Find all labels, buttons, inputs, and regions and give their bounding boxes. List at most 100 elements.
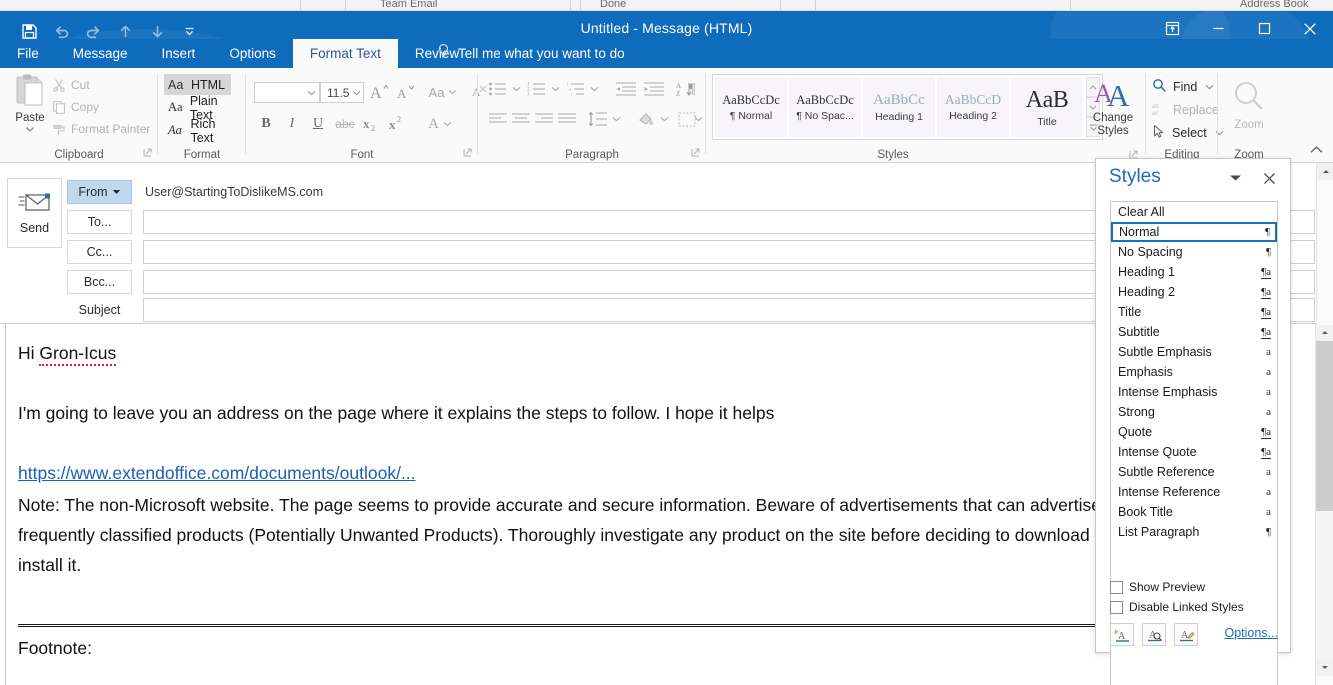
gallery-item-normal[interactable]: AaBbCcDc ¶ Normal: [715, 77, 787, 137]
format-html-option[interactable]: Aa HTML: [164, 74, 232, 95]
styles-list-item-emphasis[interactable]: Emphasis a: [1111, 362, 1277, 382]
styles-list-item-title[interactable]: Title ¶a: [1111, 302, 1277, 322]
bullets-button[interactable]: [486, 78, 510, 100]
line-spacing-dropdown[interactable]: [610, 108, 623, 130]
tab-insert[interactable]: Insert: [145, 39, 213, 68]
grow-font-button[interactable]: A: [368, 80, 392, 104]
body-scroll-up-button[interactable]: [1316, 324, 1333, 341]
styles-list-item-subtle-emphasis[interactable]: Subtle Emphasis a: [1111, 342, 1277, 362]
paste-button[interactable]: Paste: [8, 73, 52, 147]
styles-list-item-subtle-reference[interactable]: Subtle Reference a: [1111, 462, 1277, 482]
multilevel-list-dropdown[interactable]: [588, 78, 601, 100]
bcc-button[interactable]: Bcc...: [67, 270, 132, 294]
styles-list-item-no-spacing[interactable]: No Spacing ¶: [1111, 242, 1277, 262]
show-formatting-marks-button[interactable]: ¶: [681, 78, 703, 100]
format-richtext-option[interactable]: Aa Rich Text: [164, 117, 246, 145]
align-left-button[interactable]: [486, 108, 510, 130]
underline-button[interactable]: U: [306, 112, 330, 136]
numbering-button[interactable]: 123: [525, 78, 549, 100]
replace-label: Replace: [1173, 102, 1219, 117]
multilevel-list-button[interactable]: 1ai: [564, 78, 588, 100]
styles-list-item-quote[interactable]: Quote ¶a: [1111, 422, 1277, 442]
styles-pane-menu-icon[interactable]: [1226, 170, 1244, 186]
align-center-button[interactable]: [509, 108, 533, 130]
superscript-button[interactable]: x2: [386, 112, 410, 136]
body-scroll-down-button[interactable]: [1316, 659, 1333, 676]
numbering-dropdown[interactable]: [549, 78, 562, 100]
format-plaintext-option[interactable]: Aa Plain Text: [164, 94, 246, 122]
cut-button[interactable]: Cut: [52, 75, 90, 95]
cc-button[interactable]: Cc...: [67, 240, 132, 264]
justify-button[interactable]: [555, 108, 579, 130]
show-preview-checkbox-row[interactable]: Show Preview: [1110, 580, 1205, 594]
tab-file[interactable]: File: [0, 39, 56, 68]
styles-pane-close-icon[interactable]: [1258, 167, 1280, 189]
to-button[interactable]: To...: [67, 210, 132, 234]
tab-format-text[interactable]: Format Text: [292, 39, 398, 68]
align-right-button[interactable]: [532, 108, 556, 130]
change-styles-button[interactable]: A A Change Styles: [1082, 76, 1144, 138]
styles-pane-options-link[interactable]: Options...: [1225, 626, 1279, 640]
tab-message[interactable]: Message: [56, 39, 145, 68]
shading-button[interactable]: [634, 108, 658, 130]
select-button[interactable]: Select: [1152, 122, 1224, 143]
change-case-button[interactable]: Aa: [424, 80, 462, 104]
borders-dropdown[interactable]: [692, 108, 705, 130]
send-button[interactable]: Send: [7, 178, 62, 248]
clipboard-dialog-launcher[interactable]: [142, 147, 155, 160]
styles-list-item-intense-reference[interactable]: Intense Reference a: [1111, 482, 1277, 502]
italic-button[interactable]: I: [280, 112, 304, 136]
styles-list-item-heading-2[interactable]: Heading 2 ¶a: [1111, 282, 1277, 302]
tab-options[interactable]: Options: [212, 39, 293, 68]
gallery-item-no-spacing[interactable]: AaBbCcDc ¶ No Spac...: [789, 77, 861, 137]
manage-styles-icon[interactable]: A: [1174, 623, 1198, 646]
styles-list-item-normal[interactable]: Normal ¶: [1111, 222, 1277, 242]
replace-button[interactable]: ab ac Replace: [1152, 99, 1219, 120]
font-dialog-launcher[interactable]: [462, 147, 475, 160]
styles-list-item-intense-quote[interactable]: Intense Quote ¶a: [1111, 442, 1277, 462]
decrease-indent-button[interactable]: [613, 78, 639, 100]
font-size-combo[interactable]: 11.5: [320, 82, 364, 103]
show-preview-checkbox[interactable]: [1110, 580, 1123, 594]
styles-list-clear-all[interactable]: Clear All: [1111, 202, 1277, 222]
body-scroll-thumb[interactable]: [1316, 341, 1333, 511]
gallery-item-heading2[interactable]: AaBbCcD Heading 2: [937, 77, 1009, 137]
format-painter-button[interactable]: Format Painter: [52, 119, 150, 139]
copy-button[interactable]: Copy: [52, 97, 99, 117]
bold-button[interactable]: B: [254, 112, 278, 136]
body-scrollbar[interactable]: [1315, 324, 1333, 685]
strikethrough-button[interactable]: abc: [332, 112, 358, 136]
header-scroll-up-button[interactable]: [1317, 163, 1333, 180]
header-scrollbar[interactable]: [1316, 163, 1333, 325]
font-name-combo[interactable]: [254, 82, 320, 103]
find-button[interactable]: Find: [1152, 76, 1214, 97]
gallery-item-title[interactable]: AaB Title: [1011, 77, 1083, 137]
tell-me-search[interactable]: Tell me what you want to do: [430, 39, 631, 68]
collapse-ribbon-button[interactable]: [1307, 142, 1325, 158]
subscript-button[interactable]: x2: [360, 112, 384, 136]
gallery-item-heading1[interactable]: AaBbCc Heading 1: [863, 77, 935, 137]
disable-linked-styles-checkbox-row[interactable]: Disable Linked Styles: [1110, 600, 1244, 614]
bullets-dropdown[interactable]: [510, 78, 523, 100]
style-inspector-icon[interactable]: A: [1142, 623, 1166, 646]
body-scroll-track[interactable]: [1316, 341, 1333, 659]
styles-list-item-book-title[interactable]: Book Title a: [1111, 502, 1277, 522]
shading-dropdown[interactable]: [658, 108, 671, 130]
style-label: Heading 1: [1118, 265, 1175, 279]
font-color-button[interactable]: A: [422, 112, 458, 136]
paragraph-dialog-launcher[interactable]: [690, 147, 703, 160]
from-button[interactable]: From: [67, 180, 132, 204]
styles-list-item-intense-emphasis[interactable]: Intense Emphasis a: [1111, 382, 1277, 402]
disable-linked-styles-checkbox[interactable]: [1110, 600, 1123, 614]
body-hyperlink[interactable]: https://www.extendoffice.com/documents/o…: [18, 463, 416, 483]
new-style-icon[interactable]: A: [1110, 623, 1134, 646]
shrink-font-button[interactable]: A: [394, 80, 418, 104]
styles-list-item-strong[interactable]: Strong a: [1111, 402, 1277, 422]
styles-list-item-list-paragraph[interactable]: List Paragraph ¶: [1111, 522, 1277, 542]
increase-indent-button[interactable]: [641, 78, 667, 100]
styles-list-item-subtitle[interactable]: Subtitle ¶a: [1111, 322, 1277, 342]
styles-list-item-heading-1[interactable]: Heading 1 ¶a: [1111, 262, 1277, 282]
line-spacing-button[interactable]: [586, 108, 610, 130]
outlook-compose-window: Team Email Done Address Book Untitled - …: [0, 0, 1333, 685]
zoom-button[interactable]: Zoom: [1218, 80, 1280, 132]
